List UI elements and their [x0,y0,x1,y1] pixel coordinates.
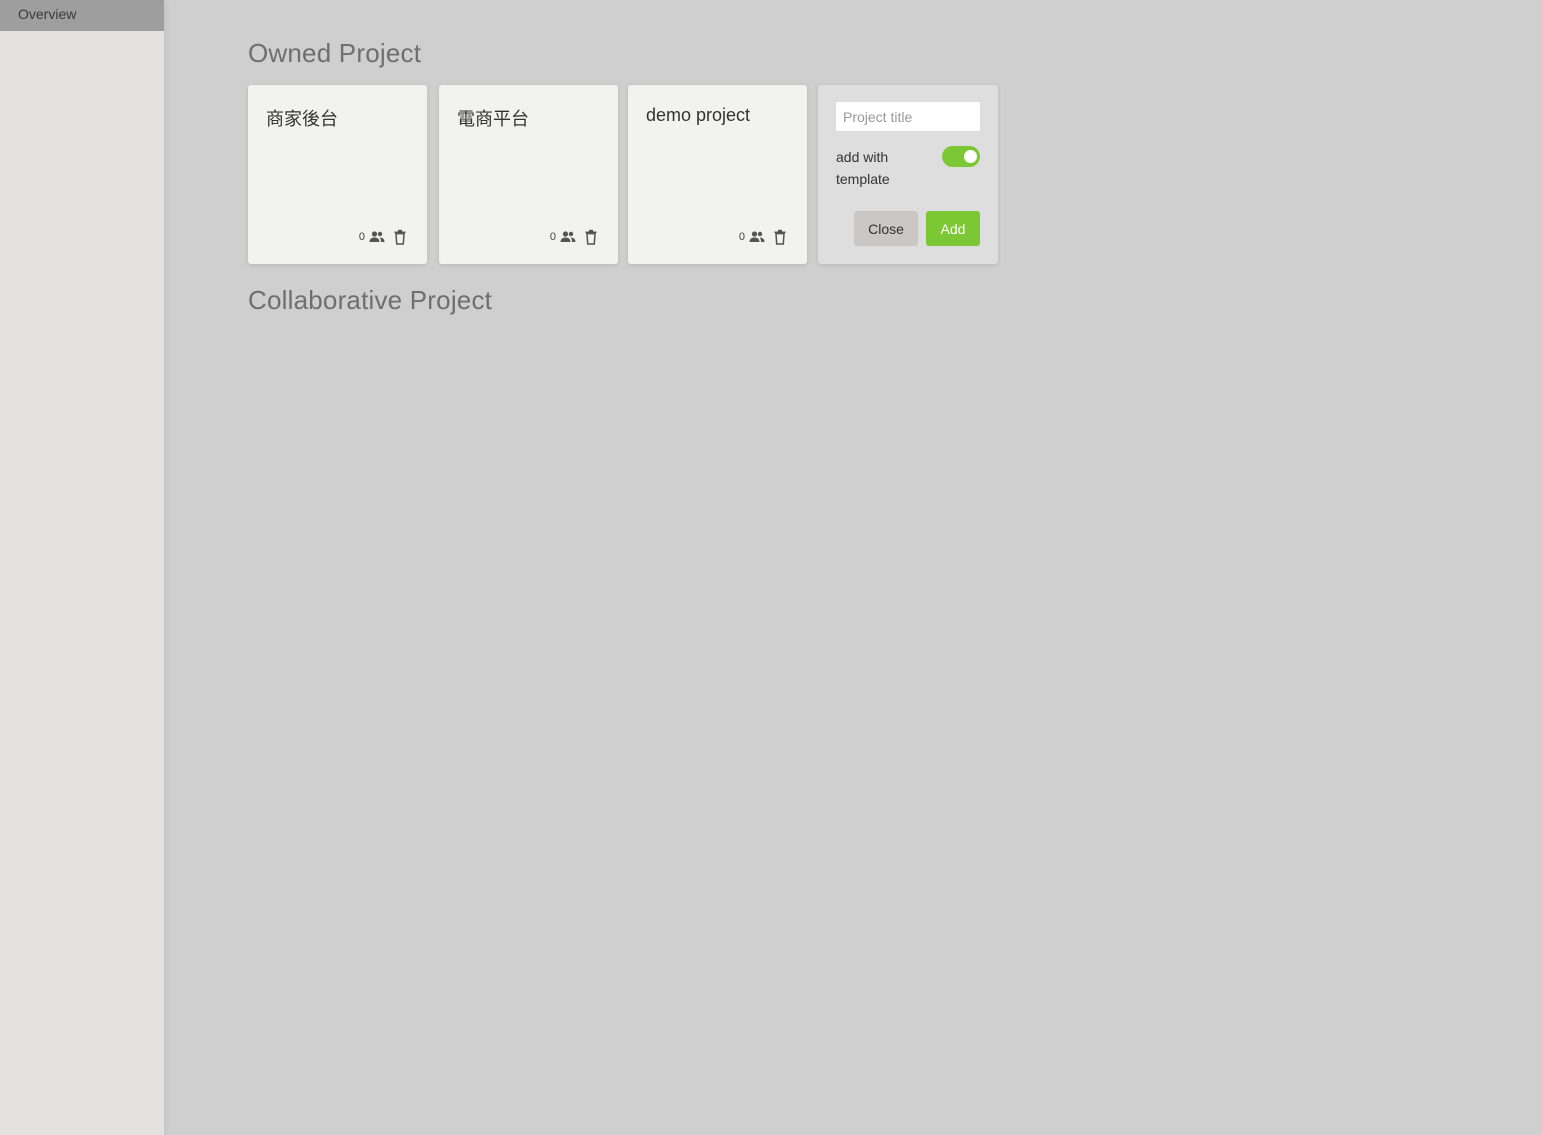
new-project-form: add with template Close Add [818,85,998,264]
member-count: 0 [549,231,556,243]
toggle-knob [964,150,977,163]
sidebar: Overview [0,0,164,1135]
project-title: demo project [646,105,751,125]
project-card-footer: 0 [550,229,598,245]
template-toggle[interactable] [942,146,980,167]
main-content: Owned Project 商家後台 0 電商平台 0 demo project [164,0,1542,1135]
project-card-footer: 0 [739,229,787,245]
template-toggle-label: add with template [836,149,890,187]
sidebar-item-overview[interactable]: Overview [0,0,164,31]
collaborative-project-heading: Collaborative Project [248,285,493,315]
project-card-footer: 0 [359,229,407,245]
trash-icon[interactable] [584,229,598,245]
close-button[interactable]: Close [854,211,918,246]
add-button[interactable]: Add [926,211,980,246]
people-icon [560,230,576,244]
owned-project-heading: Owned Project [248,38,422,68]
project-card[interactable]: 電商平台 0 [439,85,618,264]
project-card[interactable]: 商家後台 0 [248,85,427,264]
people-icon [749,230,765,244]
member-count: 0 [358,231,365,243]
project-title: 電商平台 [457,109,529,129]
trash-icon[interactable] [773,229,787,245]
project-title-input[interactable] [836,102,980,131]
project-card[interactable]: demo project 0 [628,85,807,264]
people-icon [369,230,385,244]
member-count: 0 [738,231,745,243]
trash-icon[interactable] [393,229,407,245]
project-title: 商家後台 [266,109,338,129]
